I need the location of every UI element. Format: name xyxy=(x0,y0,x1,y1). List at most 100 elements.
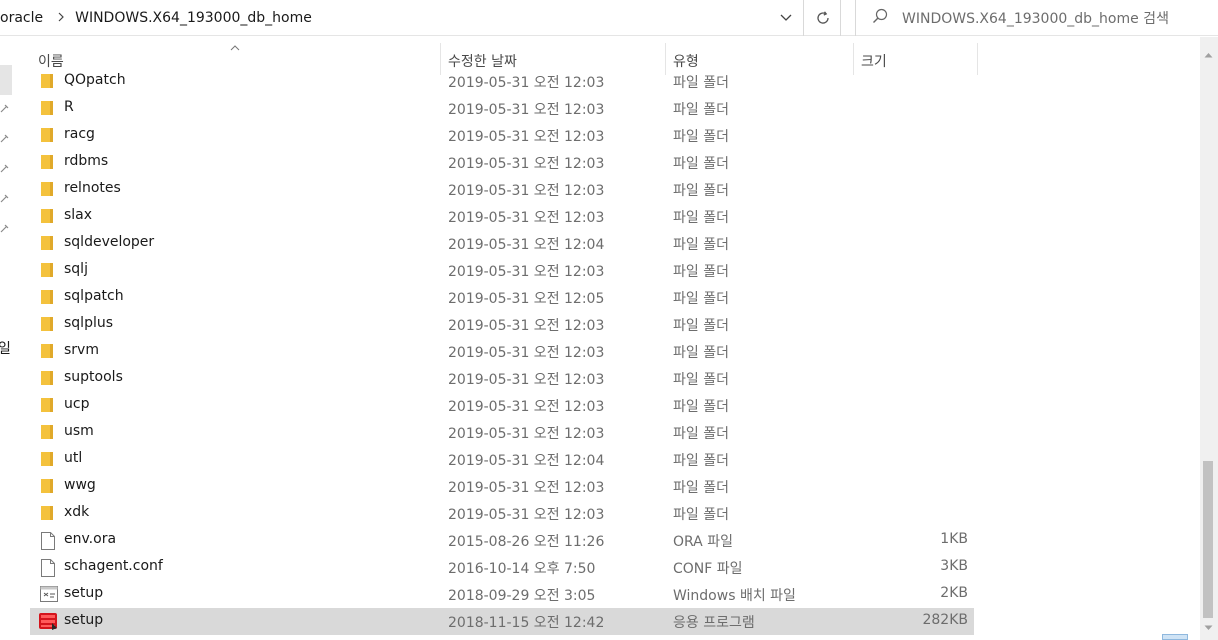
file-type: 파일 폴더 xyxy=(673,156,729,172)
file-type: 파일 폴더 xyxy=(673,399,729,415)
folder-icon xyxy=(40,397,58,415)
file-date-modified: 2019-05-31 오전 12:03 xyxy=(448,264,605,280)
pin-icon xyxy=(0,131,10,143)
folder-icon xyxy=(40,73,58,91)
file-row[interactable]: setup 2018-11-15 오전 12:42 응용 프로그램 282KB xyxy=(30,608,974,635)
file-row[interactable]: env.ora 2015-08-26 오전 11:26 ORA 파일 1KB xyxy=(30,527,974,554)
file-name: racg xyxy=(64,126,95,142)
file-row[interactable]: wwg 2019-05-31 오전 12:03 파일 폴더 xyxy=(30,473,974,500)
file-name: xdk xyxy=(64,504,90,520)
file-date-modified: 2015-08-26 오전 11:26 xyxy=(448,534,605,550)
file-name: suptools xyxy=(64,369,123,385)
file-name: QOpatch xyxy=(64,72,126,88)
file-name: relnotes xyxy=(64,180,121,196)
file-name: slax xyxy=(64,207,93,223)
file-type: 파일 폴더 xyxy=(673,291,729,307)
file-name: utl xyxy=(64,450,83,466)
file-type: 파일 폴더 xyxy=(673,102,729,118)
file-type: 파일 폴더 xyxy=(673,75,729,91)
file-name: wwg xyxy=(64,477,96,493)
file-date-modified: 2019-05-31 오전 12:03 xyxy=(448,129,605,145)
folder-icon xyxy=(40,370,58,388)
folder-icon xyxy=(40,154,58,172)
folder-icon xyxy=(40,127,58,145)
file-date-modified: 2019-05-31 오전 12:03 xyxy=(448,75,605,91)
file-name: sqlpatch xyxy=(64,288,124,304)
file-size: 2KB xyxy=(940,585,968,601)
nav-item-selected[interactable] xyxy=(0,65,12,95)
file-row[interactable]: sqldeveloper 2019-05-31 오전 12:04 파일 폴더 xyxy=(30,230,974,257)
file-type: 파일 폴더 xyxy=(673,237,729,253)
file-name: R xyxy=(64,99,74,115)
refresh-icon xyxy=(816,11,829,24)
pin-icon xyxy=(0,101,10,113)
batch-file-icon xyxy=(40,586,58,604)
breadcrumb-db-home[interactable]: WINDOWS.X64_193000_db_home xyxy=(75,10,312,26)
file-type: 파일 폴더 xyxy=(673,507,729,523)
file-type: CONF 파일 xyxy=(673,561,743,577)
folder-icon xyxy=(40,451,58,469)
file-type: 파일 폴더 xyxy=(673,372,729,388)
file-name: setup xyxy=(64,612,104,628)
file-row[interactable]: utl 2019-05-31 오전 12:04 파일 폴더 xyxy=(30,446,974,473)
refresh-button[interactable] xyxy=(805,0,841,36)
file-name: ucp xyxy=(64,396,90,412)
file-date-modified: 2018-11-15 오전 12:42 xyxy=(448,615,605,631)
file-type: 파일 폴더 xyxy=(673,345,729,361)
search-input[interactable]: WINDOWS.X64_193000_db_home 검색 xyxy=(902,8,1169,28)
file-type: 파일 폴더 xyxy=(673,426,729,442)
file-date-modified: 2019-05-31 오전 12:03 xyxy=(448,318,605,334)
file-date-modified: 2019-05-31 오전 12:03 xyxy=(448,156,605,172)
file-row[interactable]: racg 2019-05-31 오전 12:03 파일 폴더 xyxy=(30,122,974,149)
file-row[interactable]: slax 2019-05-31 오전 12:03 파일 폴더 xyxy=(30,203,974,230)
file-row[interactable]: R 2019-05-31 오전 12:03 파일 폴더 xyxy=(30,95,974,122)
file-row[interactable]: rdbms 2019-05-31 오전 12:03 파일 폴더 xyxy=(30,149,974,176)
file-type: 응용 프로그램 xyxy=(673,615,755,631)
chevron-down-icon[interactable] xyxy=(768,0,804,36)
file-icon xyxy=(40,532,58,550)
file-date-modified: 2019-05-31 오전 12:03 xyxy=(448,399,605,415)
file-row[interactable]: relnotes 2019-05-31 오전 12:03 파일 폴더 xyxy=(30,176,974,203)
file-icon xyxy=(40,559,58,577)
file-type: 파일 폴더 xyxy=(673,183,729,199)
pin-icon xyxy=(0,161,10,173)
folder-icon xyxy=(40,343,58,361)
scroll-up-icon[interactable] xyxy=(1204,46,1213,62)
file-type: ORA 파일 xyxy=(673,534,733,550)
file-size: 1KB xyxy=(940,531,968,547)
breadcrumb-oracle[interactable]: oracle xyxy=(0,10,43,26)
file-type: 파일 폴더 xyxy=(673,318,729,334)
file-row[interactable]: srvm 2019-05-31 오전 12:03 파일 폴더 xyxy=(30,338,974,365)
file-row[interactable]: sqlj 2019-05-31 오전 12:03 파일 폴더 xyxy=(30,257,974,284)
folder-icon xyxy=(40,505,58,523)
file-name: setup xyxy=(64,585,104,601)
file-date-modified: 2019-05-31 오전 12:03 xyxy=(448,183,605,199)
file-type: 파일 폴더 xyxy=(673,453,729,469)
file-row[interactable]: setup 2018-09-29 오전 3:05 Windows 배치 파일 2KB xyxy=(30,581,974,608)
file-name: sqlj xyxy=(64,261,88,277)
folder-icon xyxy=(40,235,58,253)
nav-item-label[interactable]: 일 xyxy=(0,338,11,358)
chevron-right-icon[interactable] xyxy=(57,11,65,25)
vertical-scrollbar[interactable] xyxy=(1200,37,1218,640)
file-name: sqlplus xyxy=(64,315,114,331)
folder-icon xyxy=(40,424,58,442)
horizontal-scroll-thumb[interactable] xyxy=(1162,634,1188,640)
file-row[interactable]: usm 2019-05-31 오전 12:03 파일 폴더 xyxy=(30,419,974,446)
folder-icon xyxy=(40,100,58,118)
file-row[interactable]: suptools 2019-05-31 오전 12:03 파일 폴더 xyxy=(30,365,974,392)
file-row[interactable]: sqlplus 2019-05-31 오전 12:03 파일 폴더 xyxy=(30,311,974,338)
scroll-thumb[interactable] xyxy=(1203,461,1213,618)
scroll-down-icon[interactable] xyxy=(1204,619,1213,635)
file-row[interactable]: QOpatch 2019-05-31 오전 12:03 파일 폴더 xyxy=(30,68,974,95)
file-name: usm xyxy=(64,423,94,439)
oracle-setup-icon xyxy=(38,611,57,630)
file-row[interactable]: xdk 2019-05-31 오전 12:03 파일 폴더 xyxy=(30,500,974,527)
file-row[interactable]: sqlpatch 2019-05-31 오전 12:05 파일 폴더 xyxy=(30,284,974,311)
file-row[interactable]: schagent.conf 2016-10-14 오후 7:50 CONF 파일 3K… xyxy=(30,554,974,581)
folder-icon xyxy=(40,262,58,280)
address-bar[interactable]: oracle WINDOWS.X64_193000_db_home xyxy=(0,0,804,36)
pin-icon xyxy=(0,191,10,203)
file-row[interactable]: ucp 2019-05-31 오전 12:03 파일 폴더 xyxy=(30,392,974,419)
search-box[interactable]: WINDOWS.X64_193000_db_home 검색 xyxy=(855,0,1218,36)
